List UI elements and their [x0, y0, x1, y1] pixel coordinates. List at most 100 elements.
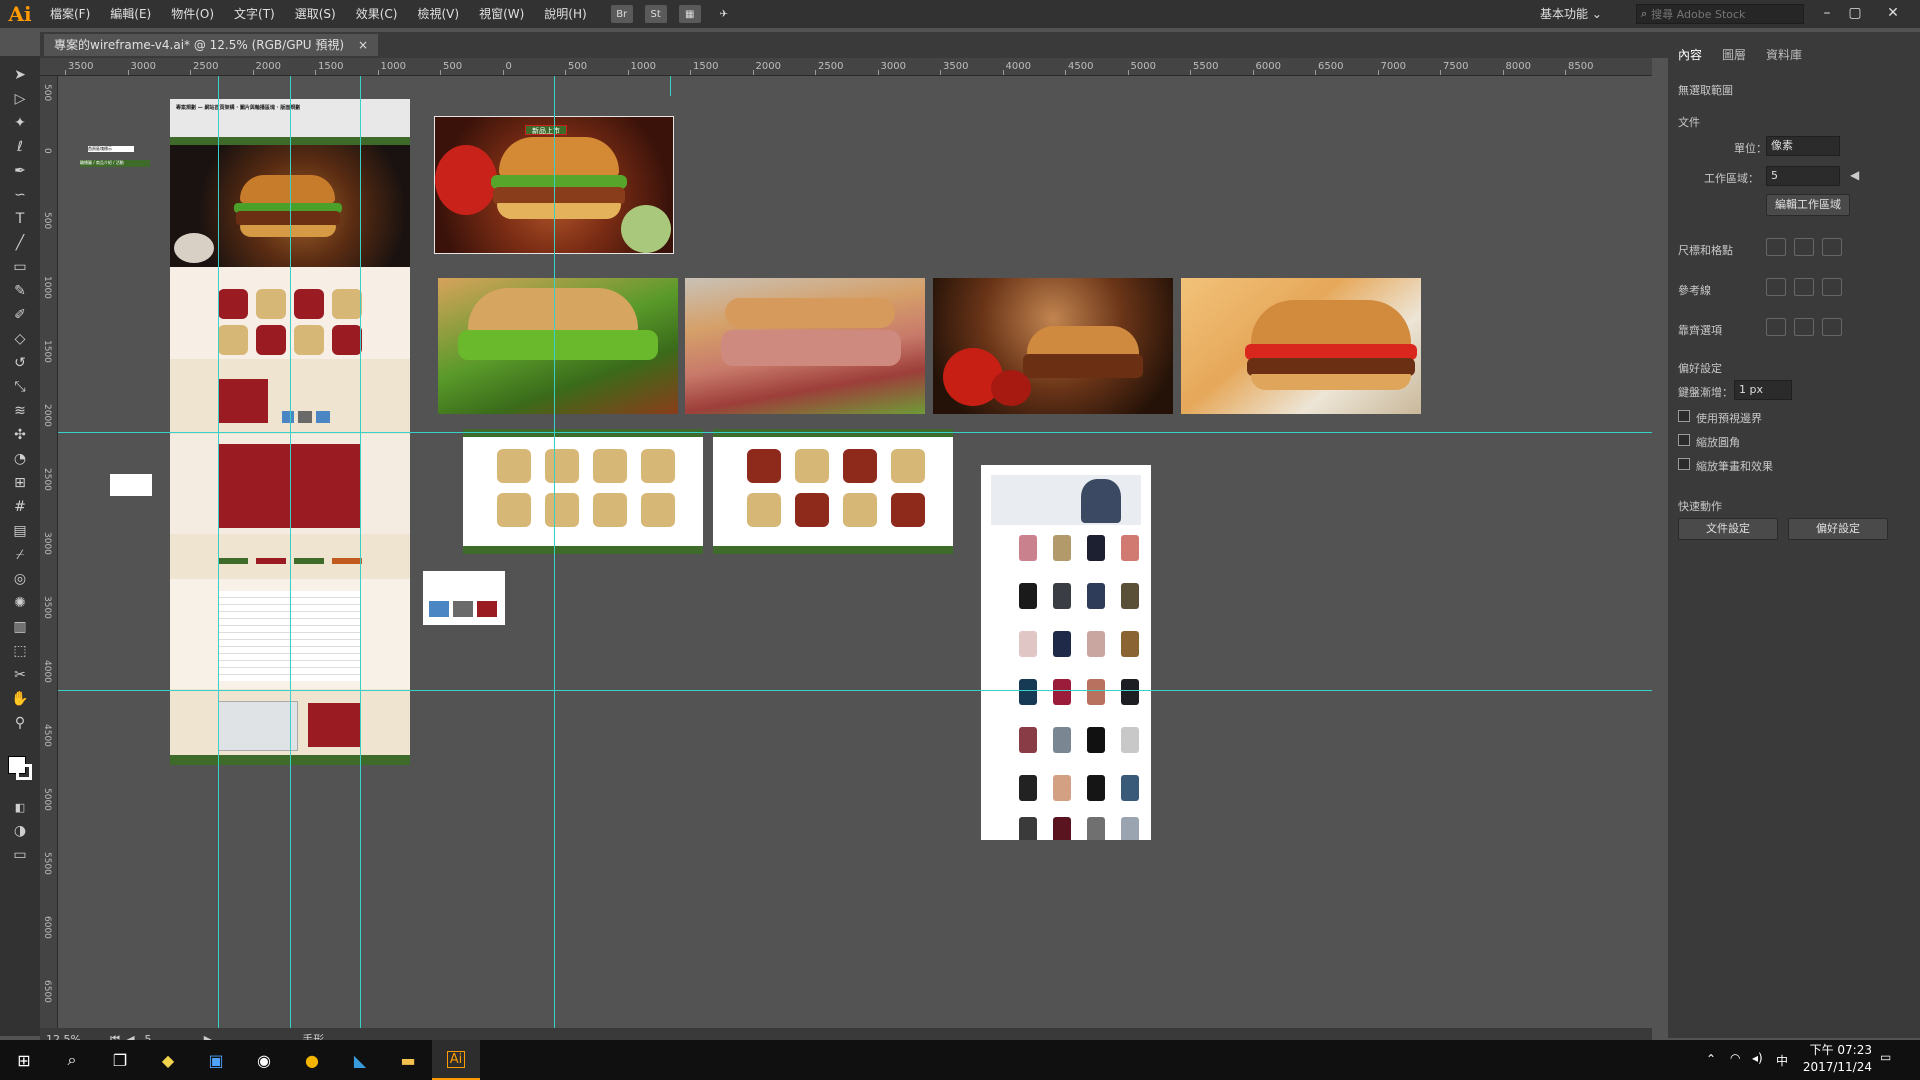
- photo-burger-fries[interactable]: [1181, 278, 1421, 414]
- prev-artboard-icon[interactable]: ◀: [1850, 168, 1859, 182]
- artboard-menu-grid-2[interactable]: [713, 429, 953, 554]
- puppet-warp-icon[interactable]: ✣: [8, 424, 32, 446]
- zoom-tool-icon[interactable]: ⚲: [8, 712, 32, 734]
- menu-type[interactable]: 文字(T): [224, 0, 285, 28]
- checkbox-scale-strokes[interactable]: [1678, 458, 1690, 470]
- smart-guides-icon[interactable]: [1794, 278, 1814, 296]
- units-select[interactable]: 像素: [1766, 136, 1840, 156]
- taskbar-clock[interactable]: 下午 07:23 2017/11/24: [1780, 1042, 1872, 1076]
- tab-libraries[interactable]: 資料庫: [1766, 46, 1802, 63]
- document-tab[interactable]: 專案的wireframe-v4.ai* @ 12.5% (RGB/GPU 預視)…: [44, 34, 379, 56]
- preferences-button[interactable]: 偏好設定: [1788, 518, 1888, 540]
- search-icon[interactable]: ⌕: [48, 1040, 96, 1080]
- task-view-icon[interactable]: ❐: [96, 1040, 144, 1080]
- stock-icon[interactable]: St: [644, 5, 667, 23]
- document-setup-button[interactable]: 文件設定: [1678, 518, 1778, 540]
- stock-search[interactable]: ⌕: [1636, 4, 1804, 24]
- file-explorer-icon[interactable]: ▬: [384, 1040, 432, 1080]
- guide-horizontal[interactable]: [58, 432, 1652, 433]
- menu-select[interactable]: 選取(S): [285, 0, 346, 28]
- guide-vertical[interactable]: [554, 76, 555, 1028]
- grid-icon[interactable]: [1794, 238, 1814, 256]
- stroke-swatch[interactable]: [16, 764, 32, 780]
- lock-guides-icon[interactable]: [1822, 278, 1842, 296]
- guide-horizontal[interactable]: [58, 690, 1652, 691]
- bridge-icon[interactable]: Br: [610, 5, 633, 23]
- photo-burger-tomatoes[interactable]: [933, 278, 1173, 414]
- artboard-tool-icon[interactable]: ⬚: [8, 640, 32, 662]
- symbol-sprayer-icon[interactable]: ✺: [8, 592, 32, 614]
- direct-selection-tool-icon[interactable]: ▷: [8, 88, 32, 110]
- rotate-icon[interactable]: ↺: [8, 352, 32, 374]
- screen-mode-icon[interactable]: ▭: [8, 844, 32, 866]
- artboard-clothing-catalog[interactable]: [981, 465, 1151, 840]
- edit-artboards-button[interactable]: 編輯工作區域: [1766, 194, 1850, 216]
- hand-tool-icon[interactable]: ✋: [8, 688, 32, 710]
- canvas[interactable]: 專案規劃 — 網站首頁架構 · 圖片與輪播區塊 · 版面規劃 首頁區塊標示 輪播…: [58, 76, 1652, 1028]
- arrange-documents-icon[interactable]: ▦: [678, 5, 701, 23]
- warp-icon[interactable]: ≋: [8, 400, 32, 422]
- photo-ham-sandwich[interactable]: [685, 278, 925, 414]
- slice-tool-icon[interactable]: ✂: [8, 664, 32, 686]
- windows-start-icon[interactable]: ⊞: [0, 1040, 48, 1080]
- lasso-icon[interactable]: ℓ: [8, 136, 32, 158]
- perspective-grid-icon[interactable]: ⊞: [8, 472, 32, 494]
- close-window-icon[interactable]: ✕: [1882, 2, 1904, 24]
- pen-tool-icon[interactable]: ✒: [8, 160, 32, 182]
- notification-icon[interactable]: ▭: [1880, 1050, 1891, 1064]
- menu-help[interactable]: 說明(H): [534, 0, 596, 28]
- minimize-icon[interactable]: –: [1816, 2, 1838, 24]
- menu-window[interactable]: 視窗(W): [469, 0, 534, 28]
- paintbrush-icon[interactable]: ✎: [8, 280, 32, 302]
- menu-effect[interactable]: 效果(C): [346, 0, 408, 28]
- snap-pixel-icon[interactable]: [1822, 318, 1842, 336]
- app-icon-media[interactable]: ◉: [240, 1040, 288, 1080]
- workspace-switcher[interactable]: 基本功能 ⌄: [1540, 0, 1602, 28]
- menu-file[interactable]: 檔案(F): [40, 0, 100, 28]
- close-tab-icon[interactable]: ×: [358, 34, 368, 56]
- menu-edit[interactable]: 編輯(E): [100, 0, 161, 28]
- eyedropper-icon[interactable]: ⌿: [8, 544, 32, 566]
- vscode-icon[interactable]: ◣: [336, 1040, 384, 1080]
- keyboard-increment-input[interactable]: 1 px: [1734, 380, 1792, 400]
- magic-wand-icon[interactable]: ✦: [8, 112, 32, 134]
- eraser-icon[interactable]: ◇: [8, 328, 32, 350]
- tab-layers[interactable]: 圖層: [1722, 46, 1746, 63]
- gradient-icon[interactable]: ▤: [8, 520, 32, 542]
- ruler-icon[interactable]: [1766, 238, 1786, 256]
- wifi-icon[interactable]: ◠: [1730, 1051, 1740, 1065]
- guide-vertical[interactable]: [290, 76, 291, 1028]
- snap-point-icon[interactable]: [1766, 318, 1786, 336]
- chevron-up-icon[interactable]: ⌃: [1706, 1052, 1716, 1066]
- maximize-icon[interactable]: ▢: [1844, 2, 1866, 24]
- artboard-thumbnail[interactable]: [423, 571, 505, 625]
- type-tool-icon[interactable]: T: [8, 208, 32, 230]
- checkbox-scale-corners[interactable]: [1678, 434, 1690, 446]
- app-icon-sticky[interactable]: ◆: [144, 1040, 192, 1080]
- curvature-icon[interactable]: ∽: [8, 184, 32, 206]
- artboard-menu-grid-1[interactable]: [463, 429, 703, 554]
- search-input[interactable]: [1651, 7, 1792, 21]
- guide-vertical[interactable]: [670, 76, 671, 96]
- menu-view[interactable]: 檢視(V): [407, 0, 469, 28]
- line-tool-icon[interactable]: ╱: [8, 232, 32, 254]
- volume-icon[interactable]: ◂): [1752, 1051, 1763, 1065]
- artboard-select[interactable]: 5: [1766, 166, 1840, 186]
- column-graph-icon[interactable]: ▥: [8, 616, 32, 638]
- shaper-icon[interactable]: ✐: [8, 304, 32, 326]
- illustrator-taskbar-icon[interactable]: Ai: [432, 1040, 480, 1080]
- app-icon-store[interactable]: ▣: [192, 1040, 240, 1080]
- shape-builder-icon[interactable]: ◔: [8, 448, 32, 470]
- guide-vertical[interactable]: [218, 76, 219, 1028]
- mesh-icon[interactable]: #: [8, 496, 32, 518]
- note-rectangle[interactable]: [110, 474, 152, 496]
- photo-burger-lettuce[interactable]: [438, 278, 678, 414]
- rectangle-tool-icon[interactable]: ▭: [8, 256, 32, 278]
- blend-icon[interactable]: ◎: [8, 568, 32, 590]
- guides-icon[interactable]: [1766, 278, 1786, 296]
- draw-mode-icon[interactable]: ◑: [8, 820, 32, 842]
- menu-object[interactable]: 物件(O): [161, 0, 224, 28]
- checkbox-preview-bounds[interactable]: [1678, 410, 1690, 422]
- gpu-performance-icon[interactable]: ✈: [713, 5, 735, 23]
- selection-tool-icon[interactable]: ➤: [8, 64, 32, 86]
